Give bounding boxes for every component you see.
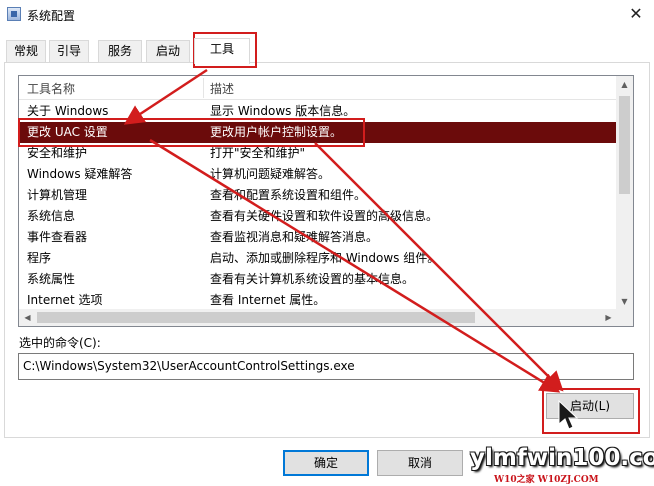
tab-boot[interactable]: 引导 [49,40,89,62]
horizontal-scrollbar[interactable]: ◀ ▶ [19,309,617,326]
list-item[interactable]: 安全和维护 打开"安全和维护" [19,143,617,164]
tab-tools[interactable]: 工具 [194,38,250,64]
chevron-left-icon[interactable]: ◀ [19,309,36,326]
list-item[interactable]: Windows 疑难解答 计算机问题疑难解答。 [19,164,617,185]
tool-desc: 计算机问题疑难解答。 [210,167,331,181]
system-config-icon [7,7,21,21]
column-header-desc[interactable]: 描述 [210,80,234,97]
tool-desc: 显示 Windows 版本信息。 [210,104,356,118]
tool-desc: 查看有关硬件设置和软件设置的高级信息。 [210,209,439,223]
tool-desc: 查看有关计算机系统设置的基本信息。 [210,272,415,286]
close-button[interactable]: ✕ [624,3,648,25]
selected-command-label: 选中的命令(C): [19,336,101,350]
tab-general[interactable]: 常规 [6,40,46,62]
list-item[interactable]: 程序 启动、添加或删除程序和 Windows 组件。 [19,248,617,269]
tool-desc: 更改用户帐户控制设置。 [210,125,343,139]
vertical-scroll-thumb[interactable] [619,96,630,194]
tool-desc: 查看 Internet 属性。 [210,293,326,307]
list-item[interactable]: 计算机管理 查看和配置系统设置和组件。 [19,185,617,206]
tool-name: 更改 UAC 设置 [27,125,108,139]
list-item[interactable]: 事件查看器 查看监视消息和疑难解答消息。 [19,227,617,248]
tool-desc: 启动、添加或删除程序和 Windows 组件。 [210,251,440,265]
tool-name: Windows 疑难解答 [27,167,133,181]
chevron-up-icon[interactable]: ▲ [616,76,633,93]
tool-desc: 查看监视消息和疑难解答消息。 [210,230,379,244]
tool-name: 系统属性 [27,272,76,286]
horizontal-scroll-thumb[interactable] [37,312,475,323]
tab-strip: 常规 引导 服务 启动 工具 [4,38,650,64]
list-item[interactable]: 关于 Windows 显示 Windows 版本信息。 [19,101,617,122]
tool-name: 系统信息 [27,209,76,223]
selected-command-field[interactable]: C:\Windows\System32\UserAccountControlSe… [18,353,634,380]
chevron-down-icon[interactable]: ▼ [616,293,633,310]
tool-name: 安全和维护 [27,146,88,160]
ok-button[interactable]: 确定 [283,450,369,476]
tool-desc: 打开"安全和维护" [210,146,306,160]
column-divider[interactable] [203,78,204,98]
window-title: 系统配置 [27,9,76,23]
title-bar: 系统配置 ✕ [0,0,654,30]
cancel-button[interactable]: 取消 [377,450,463,476]
chevron-right-icon[interactable]: ▶ [600,309,617,326]
tools-list[interactable]: 工具名称 描述 关于 Windows 显示 Windows 版本信息。 更改 U… [18,75,634,327]
column-header-name[interactable]: 工具名称 [27,80,75,97]
watermark-main: ylmfwin100.com [470,445,654,471]
scroll-corner [616,309,633,326]
tab-services[interactable]: 服务 [98,40,142,62]
list-item[interactable]: Internet 选项 查看 Internet 属性。 [19,290,617,311]
list-item-selected[interactable]: 更改 UAC 设置 更改用户帐户控制设置。 [19,122,617,143]
watermark-sub: W10之家 W10ZJ.COM [494,475,599,485]
tool-name: 事件查看器 [27,230,88,244]
tool-name: 程序 [27,251,52,265]
list-header: 工具名称 描述 [19,76,617,100]
mouse-pointer-icon [558,400,579,430]
tool-name: 计算机管理 [27,188,88,202]
list-item[interactable]: 系统信息 查看有关硬件设置和软件设置的高级信息。 [19,206,617,227]
watermark: ylmfwin100.com W10之家 W10ZJ.COM [466,445,654,485]
tool-name: Internet 选项 [27,293,103,307]
tab-startup[interactable]: 启动 [146,40,190,62]
list-item[interactable]: 系统属性 查看有关计算机系统设置的基本信息。 [19,269,617,290]
tool-name: 关于 Windows [27,104,109,118]
vertical-scrollbar[interactable]: ▲ ▼ [616,76,633,310]
tool-desc: 查看和配置系统设置和组件。 [210,188,367,202]
